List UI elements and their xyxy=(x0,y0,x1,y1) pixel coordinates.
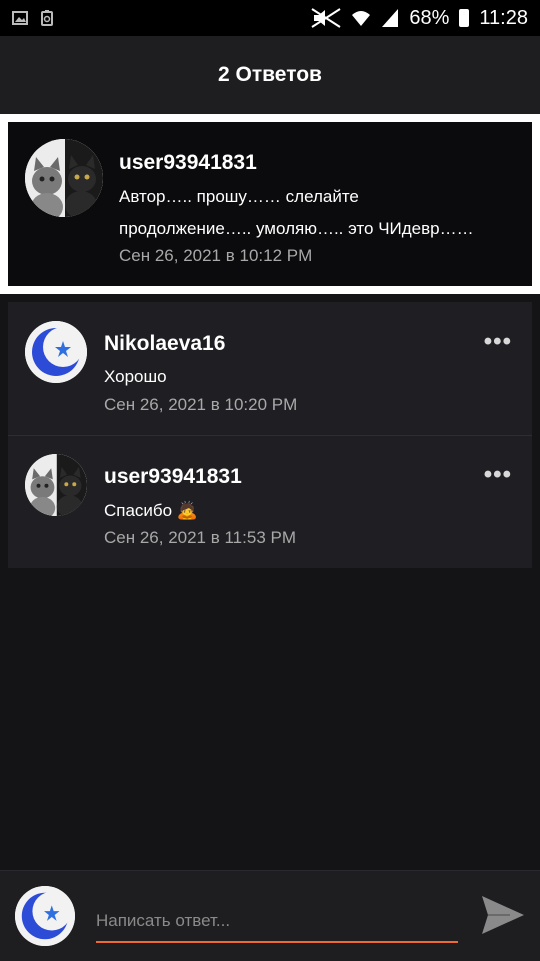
list-item: user93941831 ••• Спасибо 🙇 Сен 26, 2021 … xyxy=(8,436,532,568)
list-item: Nikolaeva16 ••• Хорошо Сен 26, 2021 в 10… xyxy=(8,302,532,436)
comment-date: Сен 26, 2021 в 10:12 PM xyxy=(119,246,313,265)
more-options-icon[interactable]: ••• xyxy=(484,328,512,356)
reply-text: Спасибо 🙇 xyxy=(104,501,199,520)
wifi-icon xyxy=(352,11,371,26)
recycle-notification-icon xyxy=(41,10,53,26)
username[interactable]: user93941831 xyxy=(119,151,257,175)
moon-star-avatar-icon xyxy=(25,321,87,383)
signal-icon xyxy=(382,9,399,27)
avatar[interactable] xyxy=(15,886,75,946)
battery-icon xyxy=(459,9,470,27)
more-options-icon[interactable]: ••• xyxy=(484,461,512,489)
mute-icon xyxy=(311,8,341,28)
moon-star-avatar-icon xyxy=(15,886,75,946)
username[interactable]: user93941831 xyxy=(104,465,242,489)
reply-date: Сен 26, 2021 в 11:53 PM xyxy=(104,528,296,547)
original-comment-frame: user93941831 Автор….. прошу…… слелайте п… xyxy=(0,114,540,294)
send-icon[interactable] xyxy=(480,894,526,936)
reply-text: Хорошо xyxy=(104,367,167,386)
status-bar: 68% 11:28 xyxy=(0,0,540,36)
page-title: 2 Ответов xyxy=(0,36,540,114)
username[interactable]: Nikolaeva16 xyxy=(104,332,225,356)
reply-date: Сен 26, 2021 в 10:20 PM xyxy=(104,395,298,414)
gallery-notification-icon xyxy=(12,11,28,25)
cats-avatar-icon xyxy=(25,454,87,516)
comment-text-line-2: продолжение….. умоляю….. это ЧИдевр…… xyxy=(119,219,474,238)
clock: 11:28 xyxy=(479,6,528,29)
comment-text-line-1: Автор….. прошу…… слелайте xyxy=(119,187,359,206)
avatar[interactable] xyxy=(25,139,103,217)
cats-avatar-icon xyxy=(25,139,103,217)
reply-bar xyxy=(0,870,540,961)
original-comment: user93941831 Автор….. прошу…… слелайте п… xyxy=(8,122,532,286)
reply-input[interactable] xyxy=(96,901,458,943)
avatar[interactable] xyxy=(25,454,87,516)
battery-percent: 68% xyxy=(409,6,450,29)
avatar[interactable] xyxy=(25,321,87,383)
